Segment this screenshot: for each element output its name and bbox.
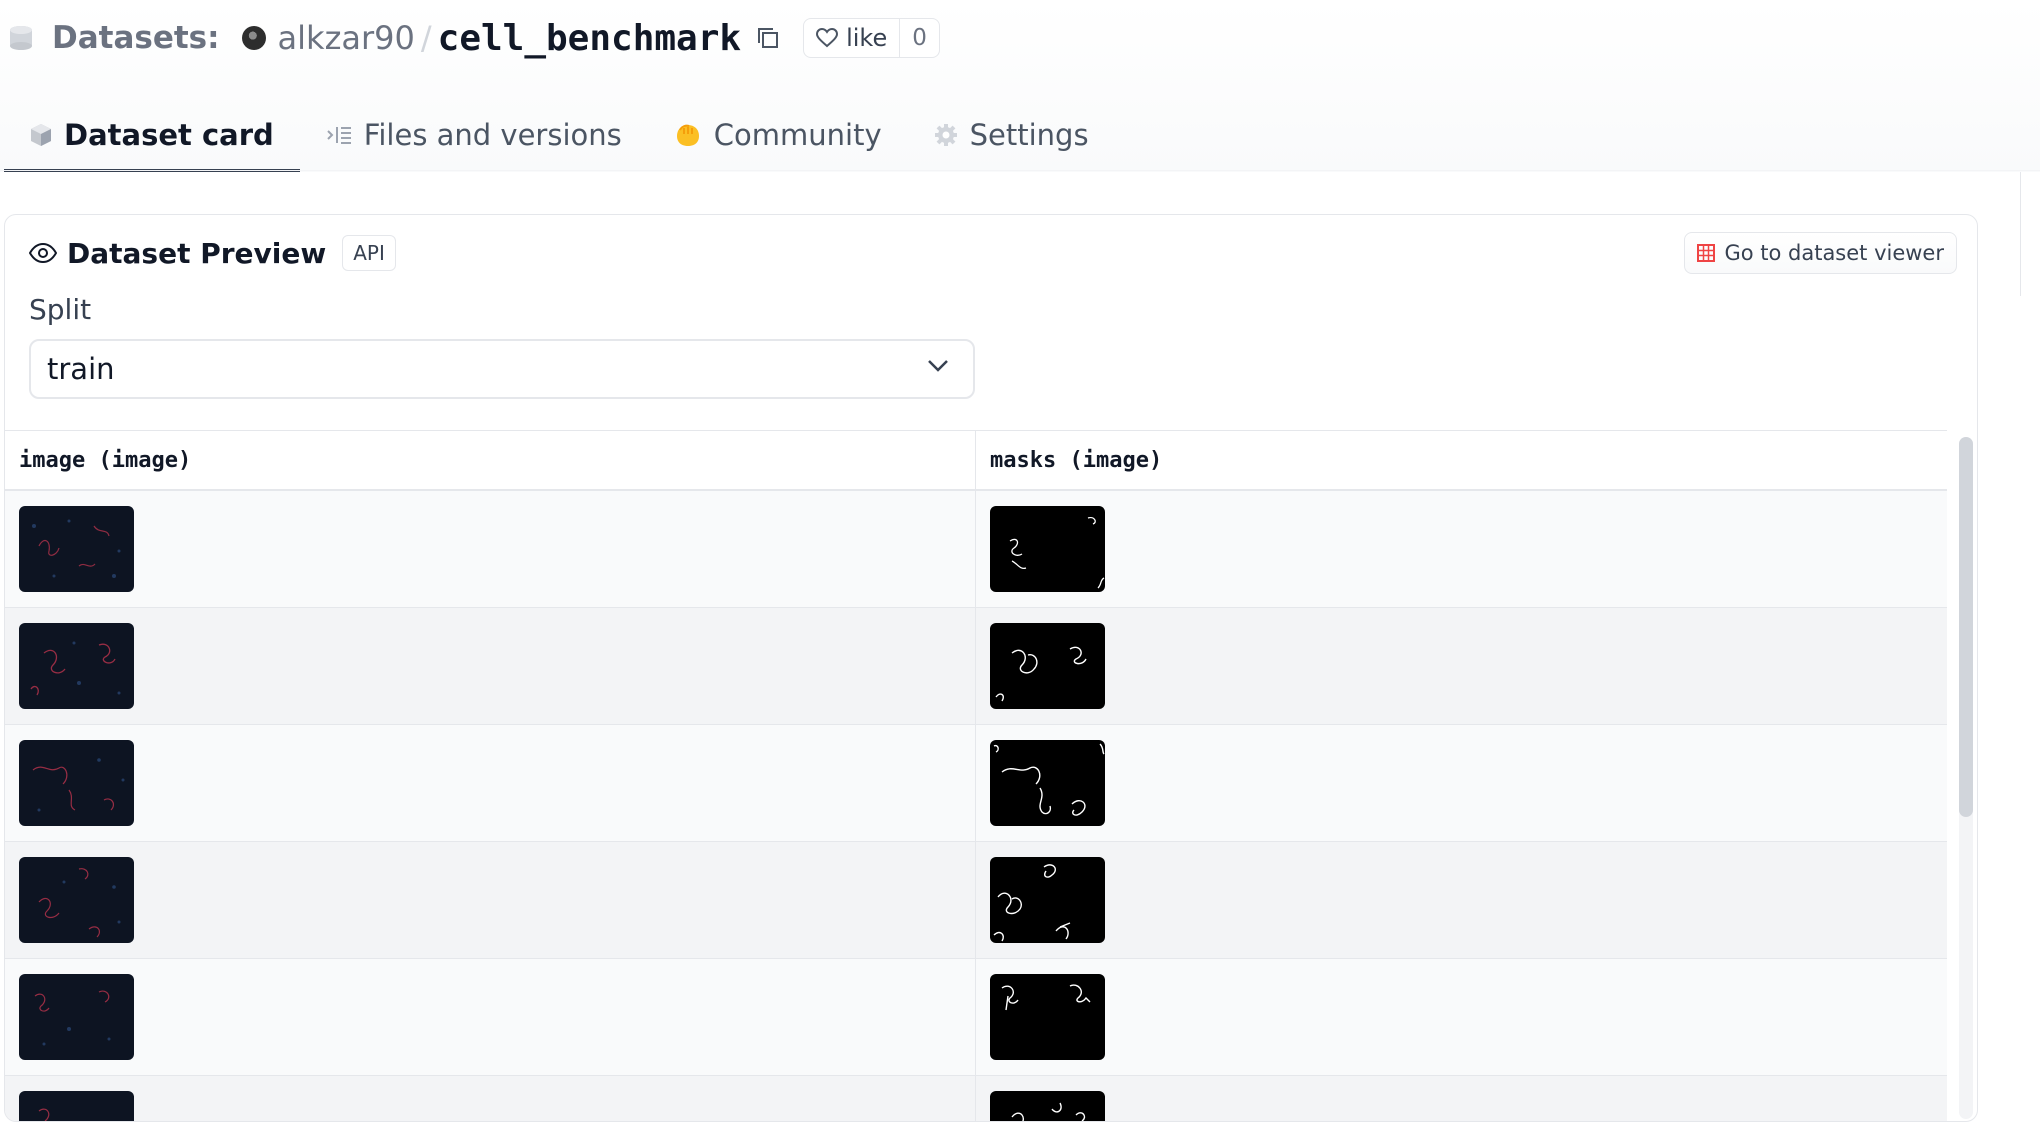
table-header: image (image) masks (image): [5, 431, 1947, 491]
chevron-down-icon: [928, 360, 948, 372]
tab-label: Dataset card: [64, 118, 274, 152]
cell-image-thumbnail[interactable]: [19, 1091, 134, 1122]
gear-icon: [934, 123, 958, 147]
cell-image-thumbnail[interactable]: [19, 740, 134, 826]
community-icon: [674, 122, 702, 148]
tab-divider: [0, 170, 2040, 171]
tab-community[interactable]: Community: [648, 100, 908, 170]
like-button[interactable]: like 0: [803, 18, 940, 58]
image-cell: [5, 842, 976, 958]
avatar[interactable]: [241, 26, 266, 50]
split-value: train: [47, 352, 115, 386]
cube-icon: [30, 123, 52, 147]
split-select[interactable]: train: [29, 339, 975, 399]
table-row: [5, 491, 1947, 608]
tab-label: Community: [713, 118, 882, 152]
mask-cell: [976, 608, 1947, 724]
dataset-preview-panel: Dataset Preview API Go to dataset viewer…: [4, 214, 1978, 1122]
copy-icon[interactable]: [755, 25, 781, 51]
table-icon: [1697, 244, 1716, 262]
database-icon: [10, 26, 32, 50]
mask-image-thumbnail[interactable]: [990, 623, 1105, 709]
mask-image-thumbnail[interactable]: [990, 1091, 1105, 1122]
files-icon: [326, 124, 352, 146]
image-cell: [5, 725, 976, 841]
table-row: [5, 1076, 1947, 1122]
repo-tabs: Dataset card Files and versions Communit…: [4, 100, 1115, 172]
tab-label: Settings: [969, 118, 1089, 152]
repo-name[interactable]: cell_benchmark: [438, 18, 741, 59]
repo-header: Datasets: alkzar90 / cell_benchmark like…: [8, 14, 940, 62]
scrollbar-thumb[interactable]: [1959, 437, 1973, 817]
column-header-image[interactable]: image (image): [5, 431, 976, 489]
mask-cell: [976, 1076, 1947, 1122]
side-divider: [2020, 172, 2021, 296]
heart-icon: [816, 28, 839, 48]
table-row: [5, 608, 1947, 725]
table-row: [5, 725, 1947, 842]
split-label: Split: [29, 293, 92, 326]
breadcrumb-separator: /: [420, 19, 432, 57]
table-scrollbar[interactable]: [1959, 437, 1973, 1119]
viewer-button-label: Go to dataset viewer: [1724, 241, 1944, 265]
image-cell: [5, 959, 976, 1075]
column-header-masks[interactable]: masks (image): [976, 431, 1947, 489]
owner-link[interactable]: alkzar90: [278, 19, 415, 57]
cell-image-thumbnail[interactable]: [19, 857, 134, 943]
tab-dataset-card[interactable]: Dataset card: [4, 100, 300, 172]
api-button[interactable]: API: [342, 235, 396, 271]
mask-cell: [976, 725, 1947, 841]
mask-cell: [976, 842, 1947, 958]
like-label: like: [846, 24, 888, 52]
go-to-dataset-viewer-button[interactable]: Go to dataset viewer: [1684, 232, 1957, 274]
preview-title: Dataset Preview: [67, 236, 327, 270]
mask-image-thumbnail[interactable]: [990, 974, 1105, 1060]
table-row: [5, 959, 1947, 1076]
like-count[interactable]: 0: [899, 19, 939, 57]
preview-header: Dataset Preview API: [29, 233, 396, 273]
cell-image-thumbnail[interactable]: [19, 506, 134, 592]
image-cell: [5, 491, 976, 607]
mask-image-thumbnail[interactable]: [990, 506, 1105, 592]
table-body: [5, 491, 1947, 1122]
mask-image-thumbnail[interactable]: [990, 740, 1105, 826]
mask-cell: [976, 959, 1947, 1075]
datasets-label[interactable]: Datasets:: [52, 20, 220, 56]
tab-settings[interactable]: Settings: [908, 100, 1115, 170]
preview-table: image (image) masks (image): [5, 430, 1947, 1122]
cell-image-thumbnail[interactable]: [19, 974, 134, 1060]
mask-image-thumbnail[interactable]: [990, 857, 1105, 943]
tab-label: Files and versions: [363, 118, 622, 152]
top-bar: Datasets: alkzar90 / cell_benchmark like…: [0, 0, 2040, 172]
cell-image-thumbnail[interactable]: [19, 623, 134, 709]
mask-cell: [976, 491, 1947, 607]
tab-files-and-versions[interactable]: Files and versions: [300, 100, 648, 170]
image-cell: [5, 1076, 976, 1122]
eye-icon: [29, 243, 57, 263]
image-cell: [5, 608, 976, 724]
table-row: [5, 842, 1947, 959]
